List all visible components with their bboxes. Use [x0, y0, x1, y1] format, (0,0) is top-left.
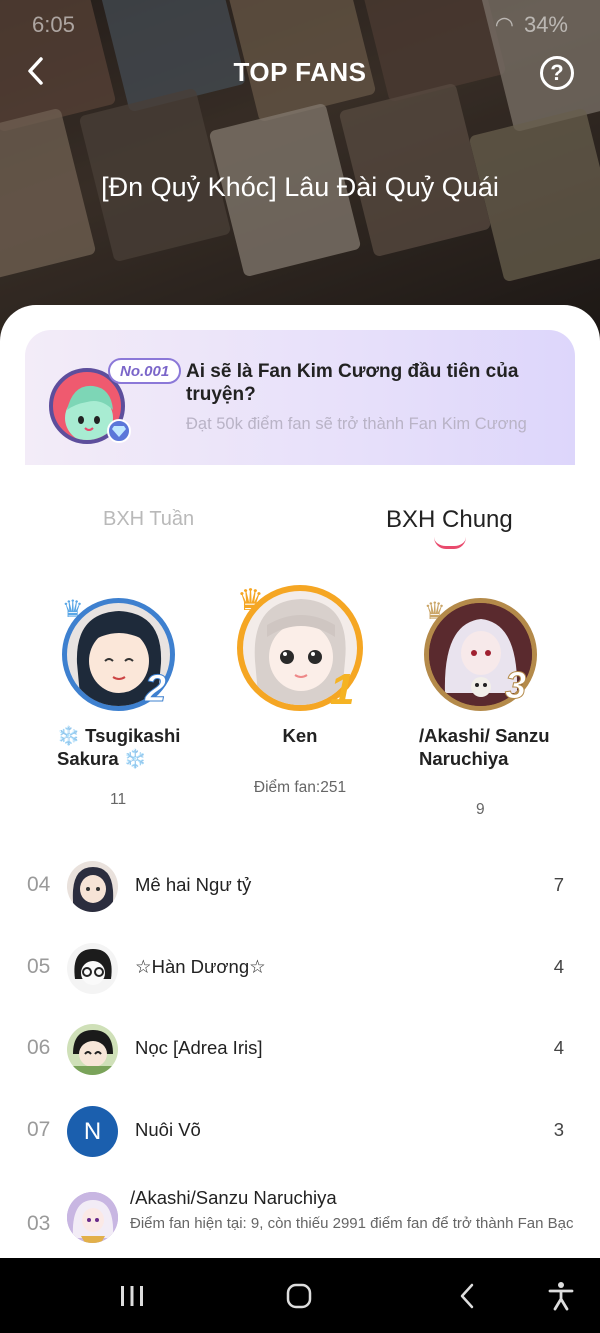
- fan-name: Nuôi Võ: [135, 1119, 201, 1140]
- ranking-sheet: No.001 Ai sẽ là Fan Kim Cương đầu tiên c…: [0, 305, 600, 1258]
- battery-level: 34%: [523, 12, 568, 37]
- system-nav-bar: [0, 1258, 600, 1333]
- diamond-fan-banner[interactable]: No.001 Ai sẽ là Fan Kim Cương đầu tiên c…: [25, 330, 575, 465]
- status-bar: 6:05 ◠ 34%: [0, 0, 600, 50]
- avatar: [67, 943, 118, 994]
- fan-name: Mê hai Ngư tỷ: [135, 874, 252, 895]
- home-icon: [286, 1283, 312, 1309]
- diamond-icon: [107, 419, 131, 443]
- book-title: [Đn Quỷ Khóc] Lâu Đài Quỷ Quái: [101, 172, 499, 202]
- avatar: N: [67, 1106, 118, 1157]
- active-tab-indicator: [434, 537, 466, 549]
- fan-name: /Akashi/Sanzu Naruchiya: [130, 1187, 337, 1208]
- fan-name: ☆Hàn Dương☆: [135, 956, 266, 977]
- fan-score: Điểm fan:251: [253, 779, 347, 796]
- rank-number: 05: [27, 955, 51, 978]
- list-item[interactable]: 04 Mê hai Ngư tỷ 7: [0, 857, 600, 917]
- question-icon: ?: [550, 60, 564, 85]
- rank-number: 07: [27, 1118, 51, 1141]
- list-item[interactable]: 07 N Nuôi Võ 3: [0, 1102, 600, 1162]
- back-button[interactable]: [18, 53, 54, 89]
- fan-name: Nọc [Adrea Iris]: [135, 1037, 263, 1058]
- fan-name: Ken: [282, 725, 318, 746]
- recent-apps-icon: [121, 1286, 143, 1306]
- fan-score: 7: [553, 874, 564, 895]
- progress-hint: Điểm fan hiện tại: 9, còn thiếu 2991 điể…: [130, 1215, 574, 1232]
- recent-apps-button[interactable]: [112, 1280, 152, 1312]
- fan-score: 3: [553, 1119, 564, 1140]
- accessibility-button[interactable]: [541, 1280, 581, 1312]
- fan-score: 9: [476, 801, 485, 818]
- banner-title: Ai sẽ là Fan Kim Cương đầu tiên của truy…: [186, 361, 519, 405]
- rank-number: 3: [504, 665, 527, 708]
- system-back-button[interactable]: [447, 1280, 487, 1312]
- fan-score: 4: [553, 1037, 564, 1058]
- rank-number: 03: [27, 1212, 51, 1235]
- list-item[interactable]: 05 ☆Hàn Dương☆ 4: [0, 939, 600, 999]
- avatar-initial: N: [83, 1117, 102, 1145]
- home-button[interactable]: [279, 1280, 319, 1312]
- wifi-icon: ◠: [494, 12, 514, 37]
- rank-number: 2: [144, 668, 167, 711]
- chevron-left-icon: [460, 1283, 474, 1309]
- list-item[interactable]: 06 Nọc [Adrea Iris] 4: [0, 1020, 600, 1080]
- banner-subtitle: Đạt 50k điểm fan sẽ trở thành Fan Kim Cư…: [186, 415, 527, 433]
- help-button[interactable]: ?: [540, 56, 574, 90]
- fan-name: /Akashi/ Sanzu Naruchiya: [419, 725, 550, 769]
- my-ranking-row[interactable]: 03 /Akashi/Sanzu Naruchiya Điểm fan hiện…: [0, 1185, 600, 1258]
- avatar: [67, 861, 118, 912]
- ranking-tabs: BXH Tuần BXH Chung: [0, 503, 600, 553]
- avatar: [67, 1024, 118, 1075]
- fan-score: 4: [553, 956, 564, 977]
- chevron-left-icon: [28, 57, 43, 85]
- fan-name: ❄️ Tsugikashi Sakura ❄️: [57, 725, 181, 769]
- rank-badge: No.001: [108, 358, 182, 384]
- rank-number: 06: [27, 1036, 51, 1059]
- tab-weekly[interactable]: BXH Tuần: [103, 508, 194, 531]
- page-title: TOP FANS: [233, 56, 367, 87]
- fan-score: 11: [110, 791, 127, 808]
- top-bar: TOP FANS ?: [0, 45, 600, 99]
- rank-number: 1: [330, 665, 355, 714]
- status-time: 6:05: [32, 12, 75, 37]
- rank-number: 04: [27, 873, 51, 896]
- avatar: [67, 1192, 118, 1243]
- accessibility-icon: [548, 1282, 574, 1311]
- tab-general[interactable]: BXH Chung: [386, 506, 513, 534]
